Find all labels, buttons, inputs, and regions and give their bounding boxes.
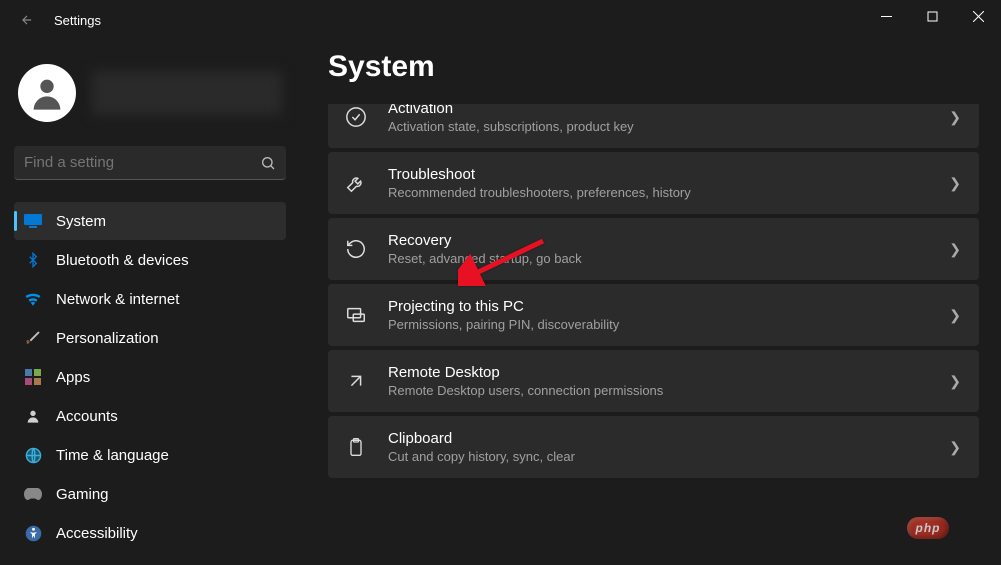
sidebar: System Bluetooth & devices Network & int…	[0, 40, 300, 565]
nav-label: Network & internet	[56, 291, 179, 308]
profile[interactable]	[14, 50, 286, 142]
card-desc: Remote Desktop users, connection permiss…	[388, 383, 929, 398]
profile-name-redacted	[92, 71, 282, 115]
chevron-right-icon: ❯	[949, 241, 961, 258]
card-title: Projecting to this PC	[388, 298, 929, 315]
sidebar-item-time-language[interactable]: Time & language	[14, 436, 286, 474]
titlebar: Settings	[0, 0, 1001, 40]
sidebar-item-accounts[interactable]: Accounts	[14, 397, 286, 435]
card-desc: Recommended troubleshooters, preferences…	[388, 185, 929, 200]
card-title: Remote Desktop	[388, 364, 929, 381]
remote-desktop-icon	[344, 369, 368, 393]
minimize-button[interactable]	[863, 0, 909, 32]
accounts-icon	[24, 407, 42, 425]
php-watermark: php	[907, 517, 949, 539]
card-desc: Activation state, subscriptions, product…	[388, 119, 929, 134]
chevron-right-icon: ❯	[949, 307, 961, 324]
card-title: Troubleshoot	[388, 166, 929, 183]
window-controls	[863, 0, 1001, 32]
maximize-button[interactable]	[909, 0, 955, 32]
nav-label: Time & language	[56, 447, 169, 464]
nav-label: Accounts	[56, 408, 118, 425]
card-title: Clipboard	[388, 430, 929, 447]
gaming-icon	[24, 485, 42, 503]
chevron-right-icon: ❯	[949, 109, 961, 126]
card-clipboard[interactable]: Clipboard Cut and copy history, sync, cl…	[328, 416, 979, 478]
accessibility-icon	[24, 524, 42, 542]
search-field[interactable]	[24, 154, 260, 171]
card-desc: Cut and copy history, sync, clear	[388, 449, 929, 464]
sidebar-item-accessibility[interactable]: Accessibility	[14, 514, 286, 552]
main: System Activation Activation state, subs…	[300, 40, 1001, 565]
chevron-right-icon: ❯	[949, 373, 961, 390]
card-projecting[interactable]: Projecting to this PC Permissions, pairi…	[328, 284, 979, 346]
nav-label: Apps	[56, 369, 90, 386]
system-icon	[24, 212, 42, 230]
settings-list: Activation Activation state, subscriptio…	[328, 104, 979, 478]
card-remote-desktop[interactable]: Remote Desktop Remote Desktop users, con…	[328, 350, 979, 412]
bluetooth-icon	[24, 251, 42, 269]
window-title: Settings	[54, 13, 101, 28]
nav-label: Accessibility	[56, 525, 138, 542]
page-title: System	[328, 50, 979, 84]
card-recovery[interactable]: Recovery Reset, advanced startup, go bac…	[328, 218, 979, 280]
sidebar-item-apps[interactable]: Apps	[14, 358, 286, 396]
clipboard-icon	[344, 435, 368, 459]
activation-icon	[344, 105, 368, 129]
nav: System Bluetooth & devices Network & int…	[14, 202, 286, 552]
avatar	[18, 64, 76, 122]
sidebar-item-network[interactable]: Network & internet	[14, 280, 286, 318]
apps-icon	[24, 368, 42, 386]
card-troubleshoot[interactable]: Troubleshoot Recommended troubleshooters…	[328, 152, 979, 214]
card-desc: Permissions, pairing PIN, discoverabilit…	[388, 317, 929, 332]
paintbrush-icon	[24, 329, 42, 347]
back-button[interactable]	[18, 11, 36, 29]
nav-label: Personalization	[56, 330, 159, 347]
recovery-icon	[344, 237, 368, 261]
card-desc: Reset, advanced startup, go back	[388, 251, 929, 266]
troubleshoot-icon	[344, 171, 368, 195]
nav-label: Bluetooth & devices	[56, 252, 189, 269]
sidebar-item-personalization[interactable]: Personalization	[14, 319, 286, 357]
wifi-icon	[24, 290, 42, 308]
sidebar-item-bluetooth[interactable]: Bluetooth & devices	[14, 241, 286, 279]
card-activation[interactable]: Activation Activation state, subscriptio…	[328, 104, 979, 148]
chevron-right-icon: ❯	[949, 439, 961, 456]
nav-label: Gaming	[56, 486, 109, 503]
chevron-right-icon: ❯	[949, 175, 961, 192]
close-button[interactable]	[955, 0, 1001, 32]
sidebar-item-system[interactable]: System	[14, 202, 286, 240]
card-title: Activation	[388, 104, 929, 117]
sidebar-item-gaming[interactable]: Gaming	[14, 475, 286, 513]
card-title: Recovery	[388, 232, 929, 249]
globe-icon	[24, 446, 42, 464]
search-icon	[260, 155, 276, 171]
nav-label: System	[56, 213, 106, 230]
search-input[interactable]	[14, 146, 286, 180]
projecting-icon	[344, 303, 368, 327]
